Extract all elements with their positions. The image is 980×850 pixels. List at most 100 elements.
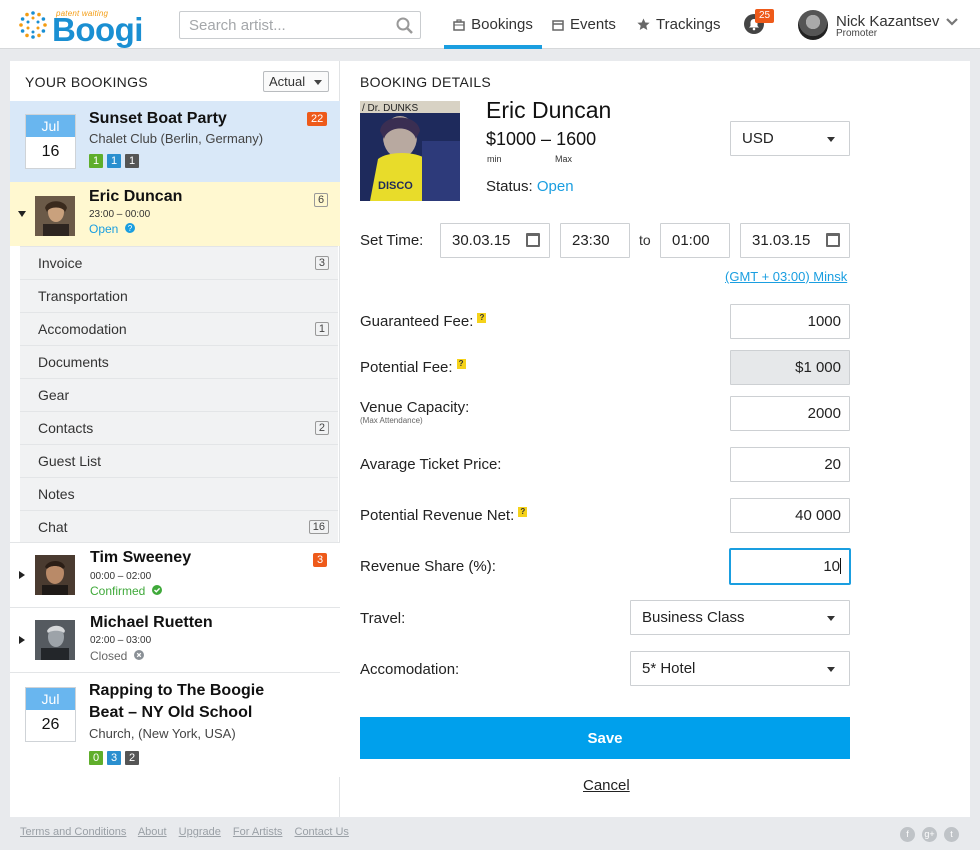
google-plus-icon[interactable]: g+ (922, 827, 937, 842)
sub-item-gear[interactable]: Gear (20, 378, 338, 411)
status-label: Status: (486, 178, 533, 195)
cancel-link[interactable]: Cancel (583, 777, 630, 794)
sub-item-count: 3 (314, 256, 329, 270)
bookings-heading: YOUR BOOKINGS (25, 74, 148, 90)
event-venue: Chalet Club (Berlin, Germany) (89, 131, 264, 146)
artist-time: 23:00 – 00:00 (89, 209, 151, 220)
artist-count-badge: 3 (313, 553, 328, 567)
briefcase-icon (453, 18, 465, 31)
search-input[interactable] (189, 12, 389, 38)
logo-wordmark: Boogi (52, 11, 143, 48)
artist-status-label: Confirmed (90, 584, 146, 598)
sub-item-documents[interactable]: Documents (20, 345, 338, 378)
tag-gray: 2 (125, 751, 139, 765)
guaranteed-fee-label: Guaranteed Fee:? (360, 313, 487, 330)
event-item-rapping-to-the-boogie[interactable]: Jul 26 Rapping to The Boogie Beat – NY O… (10, 672, 340, 777)
text-cursor (840, 558, 841, 574)
travel-select[interactable]: Business Class (630, 600, 850, 635)
travel-value: Business Class (642, 609, 745, 626)
sub-item-notes[interactable]: Notes (20, 477, 338, 510)
venue-capacity-input[interactable]: 2000 (730, 396, 850, 431)
accomodation-select[interactable]: 5* Hotel (630, 651, 850, 686)
end-date-value: 31.03.15 (752, 232, 811, 249)
chevron-down-icon[interactable] (945, 17, 959, 27)
event-item-sunset-boat-party[interactable]: Jul 16 Sunset Boat Party Chalet Club (Be… (10, 101, 340, 182)
revenue-net-input[interactable]: 40 000 (730, 498, 850, 533)
to-label: to (639, 232, 651, 248)
artist-status: Closed (90, 649, 144, 663)
status-value: Open (536, 178, 574, 195)
help-icon[interactable]: ? (477, 313, 487, 323)
booking-details-panel: BOOKING DETAILS DISCO / Dr. DUNKS Eric D… (340, 61, 970, 817)
expand-arrow-icon[interactable] (19, 636, 25, 644)
fee-max-label: Max (555, 154, 573, 164)
facebook-icon[interactable]: f (900, 827, 915, 842)
revenue-share-input[interactable]: 10 (730, 549, 850, 584)
svg-text:?: ? (127, 224, 132, 233)
event-month: Jul (26, 688, 75, 710)
footer-link-upgrade[interactable]: Upgrade (179, 826, 221, 838)
accomodation-value: 5* Hotel (642, 660, 696, 677)
nav-events[interactable]: Events (552, 0, 617, 49)
bookings-filter-value: Actual (269, 74, 306, 89)
artist-status-label: Open (89, 222, 119, 236)
sub-item-label: Guest List (38, 453, 102, 469)
revenue-net-text: Potential Revenue Net: (360, 507, 515, 524)
end-time-value: 01:00 (672, 232, 710, 249)
sub-item-chat[interactable]: Chat 16 (20, 510, 338, 543)
nav-trackings[interactable]: Trackings (637, 0, 722, 49)
event-month: Jul (26, 115, 75, 137)
event-count-badge: 22 (307, 112, 328, 126)
sub-item-guest-list[interactable]: Guest List (20, 444, 338, 477)
start-time-field[interactable]: 23:30 (560, 223, 630, 258)
sub-item-accomodation[interactable]: Accomodation 1 (20, 312, 338, 345)
twitter-icon[interactable]: t (944, 827, 959, 842)
footer-link-contact[interactable]: Contact Us (295, 826, 349, 838)
help-icon[interactable]: ? (456, 359, 466, 369)
sub-item-label: Notes (38, 486, 75, 502)
calendar-icon (552, 19, 564, 31)
expand-arrow-icon[interactable] (18, 211, 26, 217)
artist-row-eric-duncan[interactable]: Eric Duncan 23:00 – 00:00 Open ? 6 (10, 182, 340, 246)
search-icon[interactable] (396, 17, 413, 34)
expand-arrow-icon[interactable] (19, 571, 25, 579)
calendar-icon[interactable] (826, 233, 840, 247)
check-circle-icon (151, 585, 162, 595)
notifications-count-badge: 25 (755, 9, 775, 23)
avg-ticket-price-input[interactable]: 20 (730, 447, 850, 482)
revenue-net-label: Potential Revenue Net:? (360, 507, 528, 524)
help-circle-icon[interactable]: ? (124, 223, 135, 233)
sub-item-contacts[interactable]: Contacts 2 (20, 411, 338, 444)
artist-status-label: Closed (90, 649, 128, 663)
artist-row-tim-sweeney[interactable]: Tim Sweeney 00:00 – 02:00 Confirmed 3 (10, 542, 340, 607)
search-box (179, 11, 421, 39)
boogi-logo[interactable]: patent waiting Boogi (18, 8, 143, 48)
guaranteed-fee-input[interactable]: 1000 (730, 304, 850, 339)
timezone-link[interactable]: (GMT + 03:00) Minsk (725, 269, 847, 284)
artist-row-michael-ruetten[interactable]: Michael Ruetten 02:00 – 03:00 Closed (10, 607, 340, 672)
end-date-field[interactable]: 31.03.15 (740, 223, 850, 258)
event-title-line-2: Beat – NY Old School (89, 704, 253, 721)
end-time-field[interactable]: 01:00 (660, 223, 730, 258)
start-date-field[interactable]: 30.03.15 (440, 223, 550, 258)
sub-item-label: Accomodation (38, 321, 127, 337)
sub-item-count: 16 (308, 520, 329, 534)
bookings-filter-select[interactable]: Actual (263, 71, 329, 92)
user-avatar[interactable] (798, 10, 828, 40)
calendar-icon[interactable] (526, 233, 540, 247)
currency-select[interactable]: USD (730, 121, 850, 156)
footer-link-for-artists[interactable]: For Artists (233, 826, 283, 838)
caret-down-icon (827, 137, 835, 142)
guaranteed-fee-text: Guaranteed Fee: (360, 313, 474, 330)
nav-events-label: Events (570, 16, 616, 33)
sub-item-transportation[interactable]: Transportation (20, 279, 338, 312)
footer-link-about[interactable]: About (138, 826, 167, 838)
artist-name: Michael Ruetten (90, 614, 213, 631)
help-icon[interactable]: ? (518, 507, 528, 517)
tag-green: 0 (89, 751, 103, 765)
save-button[interactable]: Save (360, 717, 850, 759)
footer-link-terms[interactable]: Terms and Conditions (20, 826, 126, 838)
sub-item-invoice[interactable]: Invoice 3 (20, 246, 338, 279)
nav-bookings[interactable]: Bookings (444, 0, 542, 49)
artist-status: Open ? (89, 222, 135, 236)
